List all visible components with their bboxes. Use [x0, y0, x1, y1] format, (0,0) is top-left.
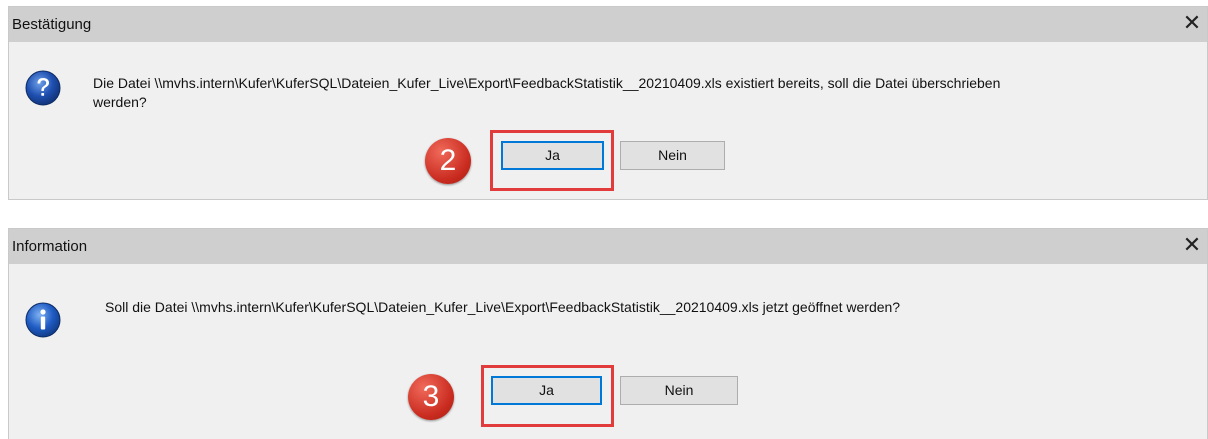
message-line-2: werden? — [93, 94, 147, 110]
close-icon[interactable]: ✕ — [1181, 234, 1203, 256]
no-button[interactable]: Nein — [620, 376, 738, 405]
dialog-title: Information — [12, 238, 88, 255]
question-icon — [25, 70, 61, 106]
confirmation-dialog: Bestätigung ✕ Die Datei \\mvhs.intern\Ku… — [8, 6, 1208, 200]
info-icon — [25, 302, 61, 338]
step-badge: 3 — [408, 374, 454, 420]
yes-button[interactable]: Ja — [501, 141, 604, 170]
titlebar: Information ✕ — [9, 229, 1207, 264]
step-badge: 2 — [425, 138, 471, 184]
yes-button[interactable]: Ja — [491, 376, 602, 405]
close-icon[interactable]: ✕ — [1181, 12, 1203, 34]
message-line-1: Die Datei \\mvhs.intern\Kufer\KuferSQL\D… — [93, 75, 1001, 91]
dialog-message: Soll die Datei \\mvhs.intern\Kufer\Kufer… — [105, 299, 901, 315]
information-dialog: Information ✕ Soll die Datei \\mvhs.inte… — [8, 228, 1208, 439]
dialog-title: Bestätigung — [12, 16, 92, 33]
dialog-message: Die Datei \\mvhs.intern\Kufer\KuferSQL\D… — [93, 74, 1000, 112]
no-button[interactable]: Nein — [620, 141, 725, 170]
titlebar: Bestätigung ✕ — [9, 7, 1207, 42]
